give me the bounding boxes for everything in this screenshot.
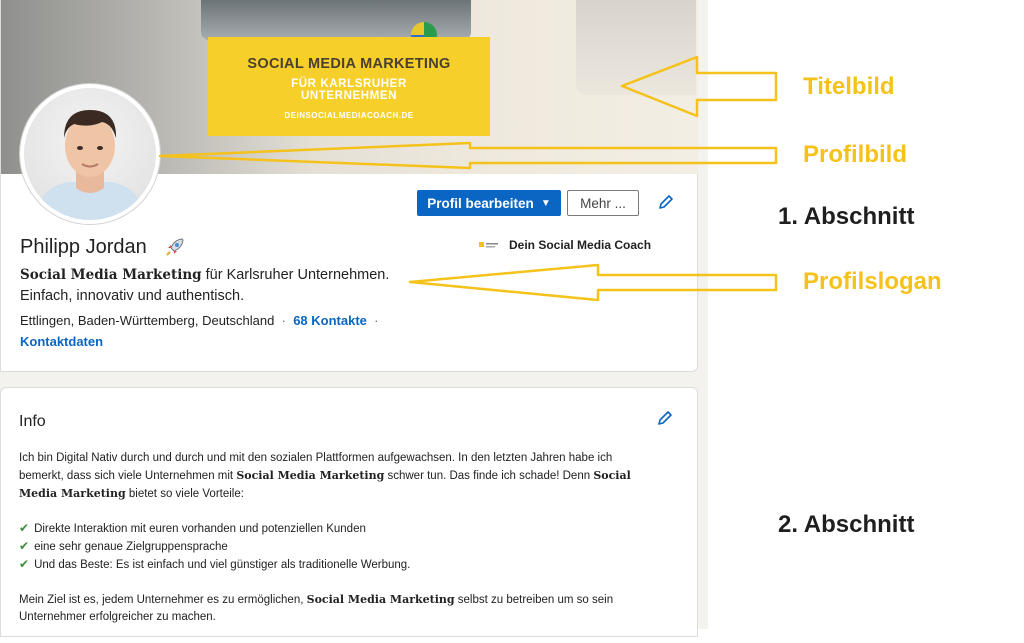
cover-subtitle: FÜR KARLSRUHER UNTERNEHMEN [208, 78, 490, 102]
laptop-decoration [576, 0, 696, 95]
info-bold-span: Social Media Marketing [236, 469, 385, 482]
contacts-link[interactable]: 68 Kontakte [293, 313, 367, 328]
info-bold-span: Social Media Marketing [306, 593, 455, 606]
section-label-1: 1. Abschnitt [778, 203, 915, 230]
headline-bold: Social Media Marketing [20, 267, 202, 283]
info-bullet-list: ✔ Direkte Interaktion mit euren vorhanden… [19, 520, 659, 574]
annotation-titelbild: Titelbild [803, 73, 895, 100]
more-button[interactable]: Mehr ... [567, 190, 639, 216]
headline-text: für Karlsruher Unternehmen. [201, 267, 390, 283]
separator: · [281, 313, 286, 328]
cover-subtitle-line: FÜR KARLSRUHER [291, 78, 407, 90]
info-bullet: Und das Beste: Es ist einfach und viel g… [34, 559, 411, 571]
checkmark-icon: ✔ [19, 521, 30, 535]
info-paragraph: Mein Ziel ist es, jedem Unternehmer es z… [19, 591, 659, 626]
caret-down-icon: ▼ [540, 197, 551, 209]
contact-info-link[interactable]: Kontaktdaten [20, 334, 103, 349]
edit-profile-label: Profil bearbeiten [427, 195, 534, 211]
profile-card: SOCIAL MEDIA MARKETING FÜR KARLSRUHER UN… [0, 0, 698, 372]
cover-title: SOCIAL MEDIA MARKETING [247, 56, 451, 72]
location-line: Ettlingen, Baden-Württemberg, Deutschlan… [20, 313, 379, 328]
pencil-icon[interactable] [656, 409, 674, 427]
pencil-icon[interactable] [657, 193, 675, 211]
location-text: Ettlingen, Baden-Württemberg, Deutschlan… [20, 313, 275, 328]
info-text: Ich bin Digital Nativ durch und durch un… [19, 450, 659, 643]
company-logo-icon [479, 242, 498, 248]
section-label-2: 2. Abschnitt [778, 511, 915, 538]
person-photo-icon [34, 110, 146, 220]
profile-name: Philipp Jordan [20, 236, 147, 258]
separator: · [374, 313, 379, 328]
profile-photo[interactable] [20, 84, 160, 224]
headline-text: Einfach, innovativ und authentisch. [20, 288, 245, 304]
current-company[interactable]: Dein Social Media Coach [509, 238, 651, 252]
info-text-span: Mein Ziel ist es, jedem Unternehmer es z… [19, 594, 307, 606]
checkmark-icon: ✔ [19, 539, 30, 553]
annotation-profilbild: Profilbild [803, 141, 907, 168]
info-bullet: Direkte Interaktion mit euren vorhanden … [34, 523, 366, 535]
info-text-span: schwer tun. Das finde ich schade! Denn [384, 470, 594, 482]
cover-sign: SOCIAL MEDIA MARKETING FÜR KARLSRUHER UN… [208, 37, 490, 136]
info-text-span: bietet so viele Vorteile: [125, 488, 244, 500]
rocket-icon [166, 238, 184, 256]
edit-profile-button[interactable]: Profil bearbeiten ▼ [417, 190, 561, 216]
info-paragraph: Ich bin Digital Nativ durch und durch un… [19, 450, 659, 503]
cover-subtitle-line: UNTERNEHMEN [300, 90, 398, 102]
annotation-profilslogan: Profilslogan [803, 268, 942, 295]
info-heading: Info [19, 413, 46, 430]
cover-url: DEINSOCIALMEDIACOACH.DE [284, 111, 414, 120]
checkmark-icon: ✔ [19, 557, 30, 571]
profile-headline: Social Media Marketing für Karlsruher Un… [20, 265, 440, 307]
info-bullet: eine sehr genaue Zielgruppensprache [34, 541, 228, 553]
